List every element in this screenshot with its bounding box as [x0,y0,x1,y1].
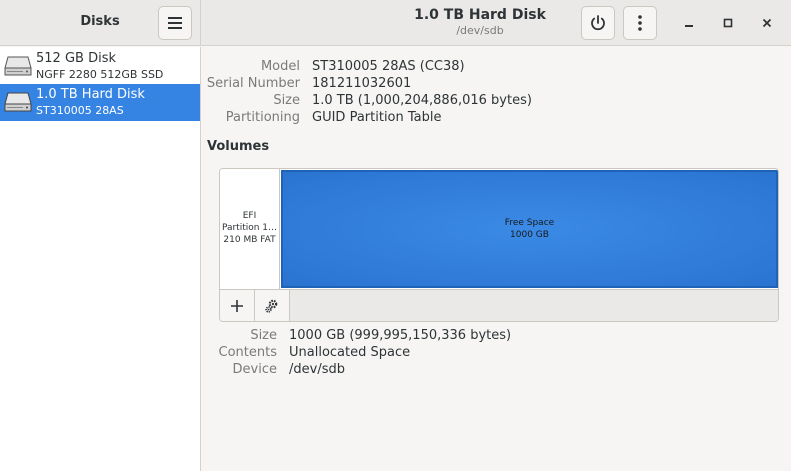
volume-size-label: Size [250,328,277,343]
model-label: Model [260,59,300,74]
partition-options-button[interactable] [255,290,290,321]
sidebar-header: Disks [0,0,201,46]
maximize-button[interactable] [717,12,739,34]
close-button[interactable] [756,12,778,34]
volume-contents-label: Contents [218,345,277,360]
partition-efi[interactable]: EFI Partition 1… 210 MB FAT [220,169,280,289]
model-value: ST310005 28AS (CC38) [312,59,465,74]
volume-toolbar [220,289,778,321]
volume-map: EFI Partition 1… 210 MB FAT Free Space 1… [219,168,779,322]
size-value: 1.0 TB (1,000,204,886,016 bytes) [312,93,532,108]
window-title: 1.0 TB Hard Disk [414,7,546,23]
disk-name: 1.0 TB Hard Disk [36,87,145,102]
disks-window: Disks 1.0 TB Hard Disk /dev/sdb 512 GB D… [0,0,791,471]
partition-size: 210 MB FAT [223,235,276,245]
gears-icon [265,299,278,313]
disk-model: NGFF 2280 512GB SSD [36,68,164,81]
main-menu-button[interactable] [158,6,192,40]
volume-device-value: /dev/sdb [289,362,345,377]
plus-icon [231,300,243,312]
partition-free-space[interactable]: Free Space 1000 GB [281,170,778,288]
power-icon [591,15,605,31]
power-off-button[interactable] [581,6,615,40]
create-partition-button[interactable] [220,290,255,321]
partition-size: 1000 GB [510,230,549,240]
minimize-button[interactable] [678,12,700,34]
serial-value: 181211032601 [312,76,412,91]
hamburger-icon [168,17,182,29]
volume-contents-value: Unallocated Space [289,345,411,360]
volume-size-value: 1000 GB (999,995,150,336 bytes) [289,328,512,343]
partition-label: EFI [242,211,257,221]
partitioning-label: Partitioning [225,110,300,125]
disk-item-1tb[interactable]: 1.0 TB Hard Disk ST310005 28AS [0,84,200,121]
disk-name: 512 GB Disk [36,51,116,66]
partition-label: Free Space [504,218,555,228]
partition-label: Partition 1… [221,223,278,233]
header-bar: Disks 1.0 TB Hard Disk /dev/sdb [0,0,791,46]
hard-drive-icon [4,92,32,112]
volumes-heading: Volumes [207,139,270,154]
disk-item-512gb[interactable]: 512 GB Disk NGFF 2280 512GB SSD [0,48,200,85]
volume-device-label: Device [232,362,277,377]
vertical-dots-icon [638,15,642,31]
hard-drive-icon [4,56,32,76]
disk-model: ST310005 28AS [36,104,124,117]
close-icon [762,18,772,28]
size-label: Size [273,93,300,108]
drive-options-button[interactable] [623,6,657,40]
maximize-icon [723,18,733,28]
window-subtitle: /dev/sdb [456,24,504,37]
serial-label: Serial Number [206,76,300,91]
disk-list: 512 GB Disk NGFF 2280 512GB SSD 1.0 TB H… [0,47,201,471]
minimize-icon [685,25,693,27]
partitioning-value: GUID Partition Table [312,110,442,125]
